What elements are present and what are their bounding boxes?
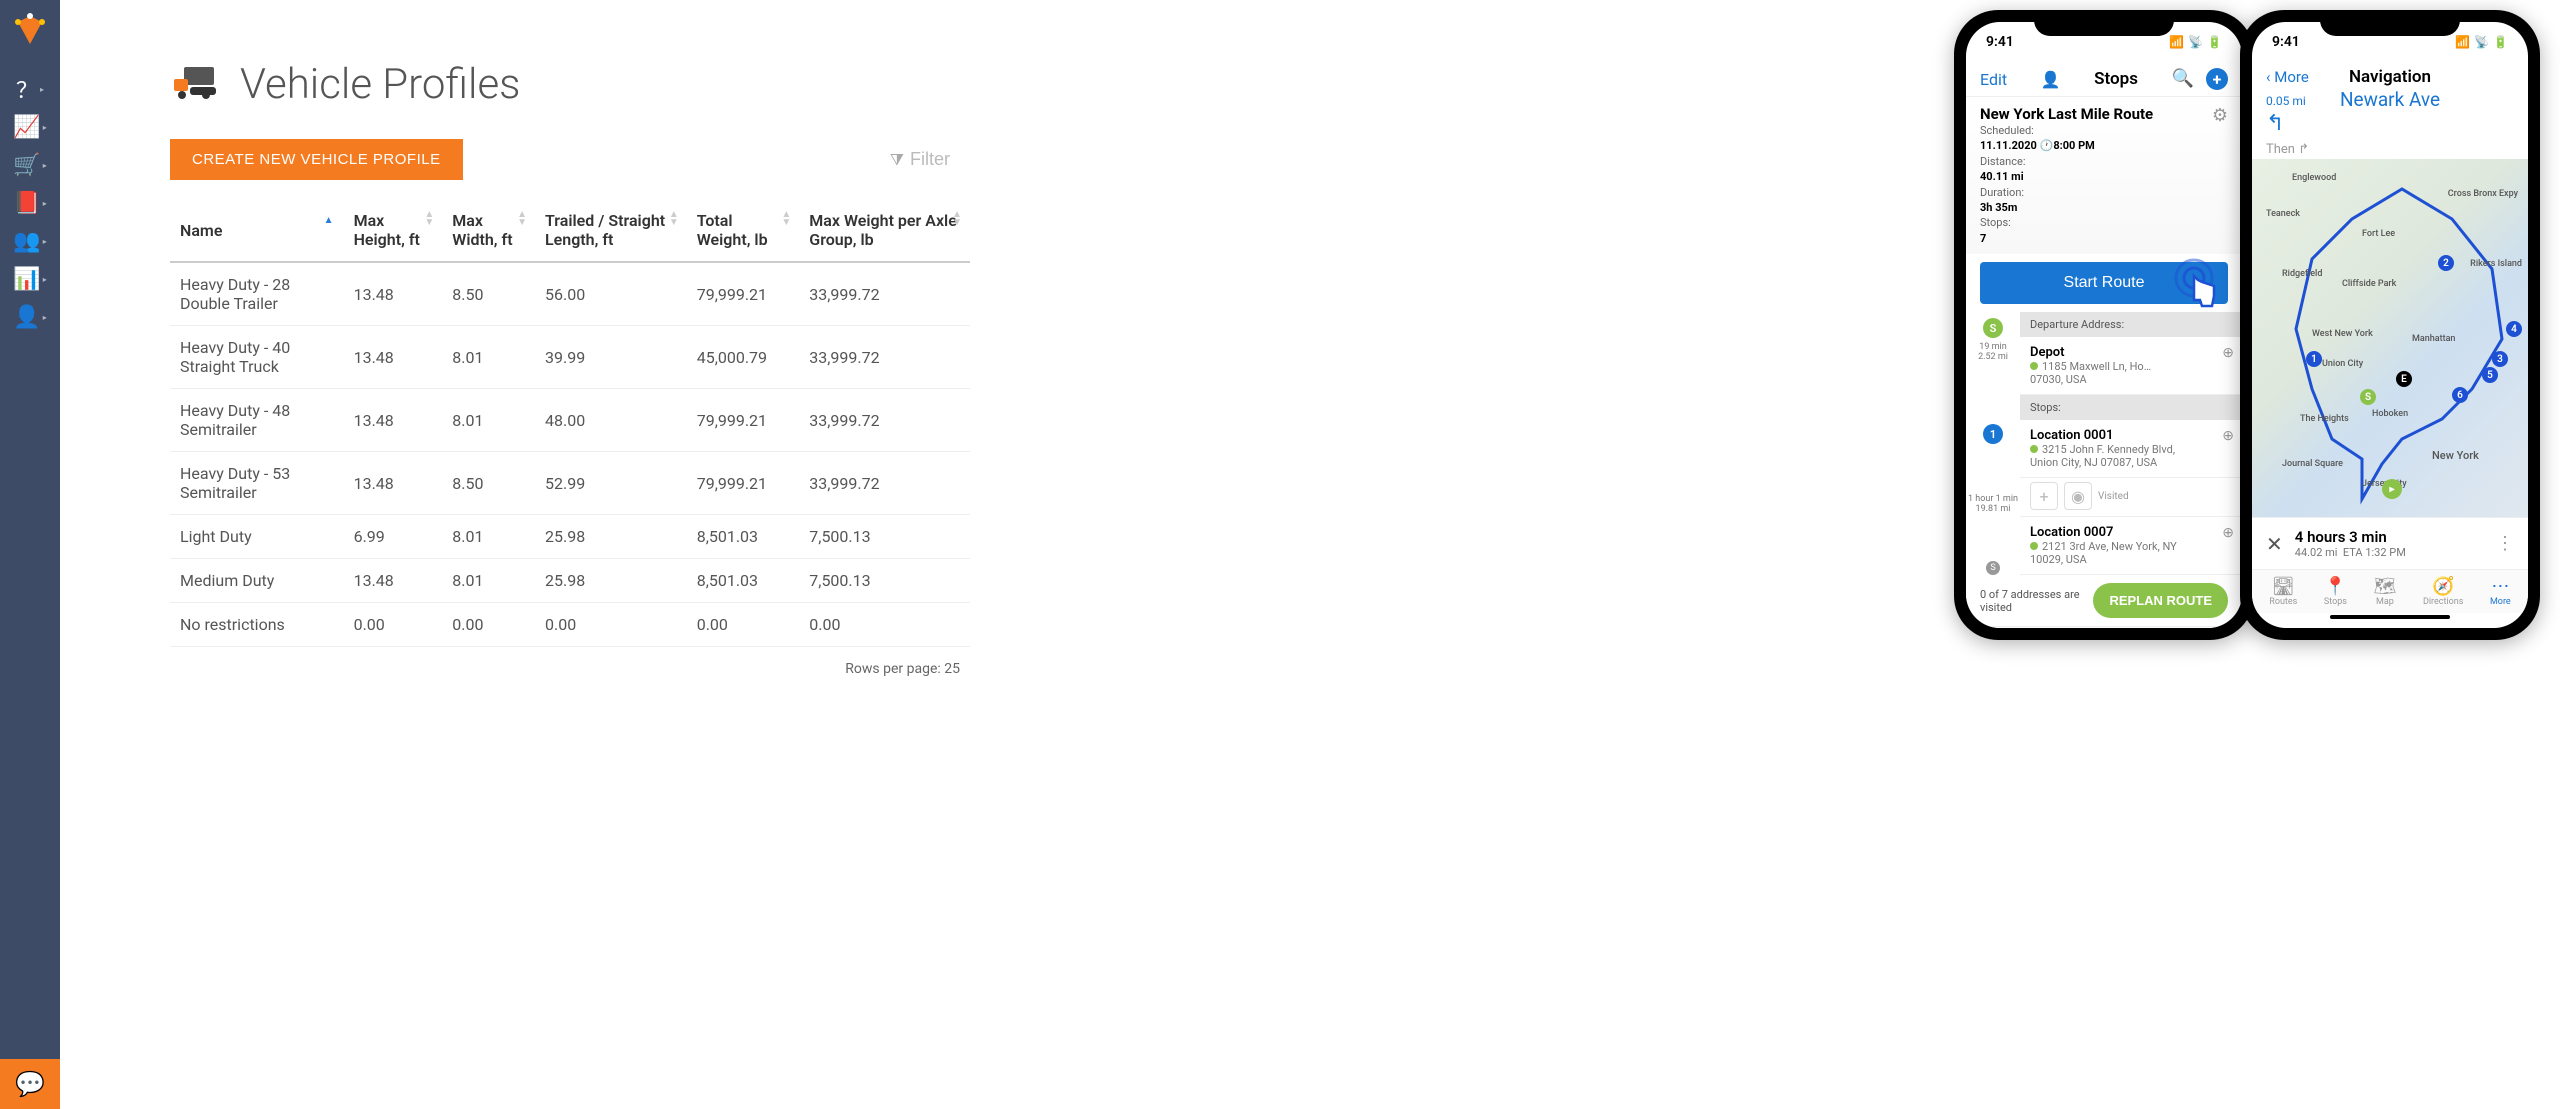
cart-icon: 🛒 [13,153,40,178]
search-icon[interactable]: 🔍 [2172,68,2194,90]
wifi-icon: 📡 [2188,35,2203,49]
team-icon: 👥 [13,229,40,254]
growth-icon: 📈 [13,115,40,140]
route-header: New York Last Mile Route Scheduled:11.11… [1966,97,2242,254]
tab-directions[interactable]: 🧭Directions [2423,576,2463,607]
table-row[interactable]: No restrictions0.000.000.000.000.00 [170,603,970,647]
navigation-map[interactable]: Englewood Teaneck Fort Lee Ridgefield Cl… [2252,159,2528,517]
sidebar-cart[interactable]: 🛒▸ [4,146,56,184]
table-row[interactable]: Heavy Duty - 40 Straight Truck13.488.013… [170,326,970,389]
route-name: New York Last Mile Route [1980,105,2153,123]
vehicle-profiles-icon [170,65,224,105]
tab-bar: 🛣Routes 📍Stops 🗺Map 🧭Directions ⋯More [2252,569,2528,613]
sidebar-user-settings[interactable]: 👤▸ [4,298,56,336]
wheel-icon[interactable]: ⊕ [2222,428,2234,444]
tab-map[interactable]: 🗺Map [2374,576,2397,607]
nav-title: Navigation [2349,67,2431,87]
col-axle-weight[interactable]: Max Weight per Axle Group, lb▲▼ [799,199,970,262]
wheel-icon[interactable]: ⊕ [2222,525,2234,541]
nav-bar: Edit 👤 Stops 🔍 + [1966,62,2242,97]
timeline: S 19 min2.52 mi 1 1 hour 1 min19.81 mi S [1966,312,2020,575]
eta-bar: ✕ 4 hours 3 min 44.02 mi ETA 1:32 PM ⋮ [2252,517,2528,569]
table-row[interactable]: Heavy Duty - 48 Semitrailer13.488.0148.0… [170,389,970,452]
book-icon: 📕 [13,191,40,216]
back-more[interactable]: ‹ More [2266,68,2309,86]
close-icon[interactable]: ✕ [2266,532,2283,556]
filter-box: ⧩ [890,149,970,170]
user-gear-icon: 👤 [13,305,40,330]
filter-input[interactable] [910,149,970,170]
turn-left-icon: ↰ [2266,111,2284,136]
hand-cursor-icon [2172,256,2236,320]
sidebar-team[interactable]: 👥▸ [4,222,56,260]
wheel-icon[interactable]: ⊕ [2222,345,2234,361]
stops-header: Stops: [2020,395,2242,420]
chat-icon: 💬 [15,1070,45,1098]
tab-stops[interactable]: 📍Stops [2324,576,2347,607]
sidebar-analytics[interactable]: 📊▸ [4,260,56,298]
gear-icon[interactable]: ⚙ [2212,105,2228,246]
edit-button[interactable]: Edit [1980,70,2007,89]
phone-stops: 9:41 📶📡🔋 Edit 👤 Stops 🔍 + New York Last … [1954,10,2254,640]
help-icon: ？ [16,73,38,105]
fingerprint-icon[interactable]: ◉ [2064,482,2092,510]
signal-icon: 📶 [2169,35,2184,49]
col-name[interactable]: Name▲ [170,199,344,262]
table-row[interactable]: Light Duty6.998.0125.988,501.037,500.13 [170,515,970,559]
visit-progress: 0 of 7 addresses are visited [1980,588,2090,614]
stop-1-card[interactable]: Location 0001 3215 John F. Kennedy Blvd,… [2020,420,2242,478]
stop-1-dot: 1 [1983,424,2003,444]
add-note-icon[interactable]: + [2030,482,2058,510]
vehicle-profiles-table: Name▲ Max Height, ft▲▼ Max Width, ft▲▼ T… [170,199,970,647]
filter-icon: ⧩ [890,150,904,170]
table-row[interactable]: Medium Duty13.488.0125.988,501.037,500.1… [170,559,970,603]
app-logo[interactable] [10,10,50,50]
depot-card[interactable]: Depot 1185 Maxwell Ln, Ho…07030, USA ⊕ [2020,337,2242,395]
sidebar-help[interactable]: ？▸ [4,70,56,108]
start-dot: S [1983,318,2003,338]
phone-mockups: 9:41 📶📡🔋 Edit 👤 Stops 🔍 + New York Last … [1954,10,2540,640]
sidebar-book[interactable]: 📕▸ [4,184,56,222]
visited-row: + ◉ Visited [2020,478,2242,517]
tab-bar: 🛣Routes 📍Stops 🗺Map 🧭Directions ⋯More [1966,626,2242,628]
start-route-button[interactable]: Start Route [1980,262,2228,304]
sort-asc-icon: ▲ [324,215,334,226]
battery-icon: 🔋 [2207,35,2222,49]
create-vehicle-profile-button[interactable]: CREATE NEW VEHICLE PROFILE [170,139,463,180]
add-button[interactable]: + [2206,68,2228,90]
more-icon[interactable]: ⋮ [2496,533,2514,554]
col-length[interactable]: Trailed / Straight Length, ft▲▼ [535,199,687,262]
stop-2-card[interactable]: Location 0007 2121 3rd Ave, New York, NY… [2020,517,2242,575]
nav-title: Stops [2094,69,2138,89]
analytics-icon: 📊 [13,267,40,292]
col-width[interactable]: Max Width, ft▲▼ [442,199,535,262]
page-title: Vehicle Profiles [240,60,520,109]
col-height[interactable]: Max Height, ft▲▼ [344,199,443,262]
table-row[interactable]: Heavy Duty - 28 Double Trailer13.488.505… [170,262,970,326]
chat-button[interactable]: 💬 [0,1059,60,1109]
turn-right-icon: ↱ [2298,142,2309,157]
sidebar-growth[interactable]: 📈▸ [4,108,56,146]
phone-navigation: 9:41 📶📡🔋 ‹ More Navigation 0.05 mi Newar… [2240,10,2540,640]
replan-route-button[interactable]: REPLAN ROUTE [2093,583,2228,618]
tab-more[interactable]: ⋯More [2490,576,2511,607]
col-total-weight[interactable]: Total Weight, lb▲▼ [687,199,800,262]
rows-per-page-select[interactable]: 25 [944,661,960,677]
sidebar: ？▸ 📈▸ 🛒▸ 📕▸ 👥▸ 📊▸ 👤▸ 💬 [0,0,60,1109]
table-row[interactable]: Heavy Duty - 53 Semitrailer13.488.5052.9… [170,452,970,515]
driver-icon[interactable]: 👤 [2041,70,2061,89]
tab-routes[interactable]: 🛣Routes [2269,576,2297,607]
eta-duration: 4 hours 3 min [2295,528,2484,546]
table-footer: Rows per page: 25 [170,647,970,691]
